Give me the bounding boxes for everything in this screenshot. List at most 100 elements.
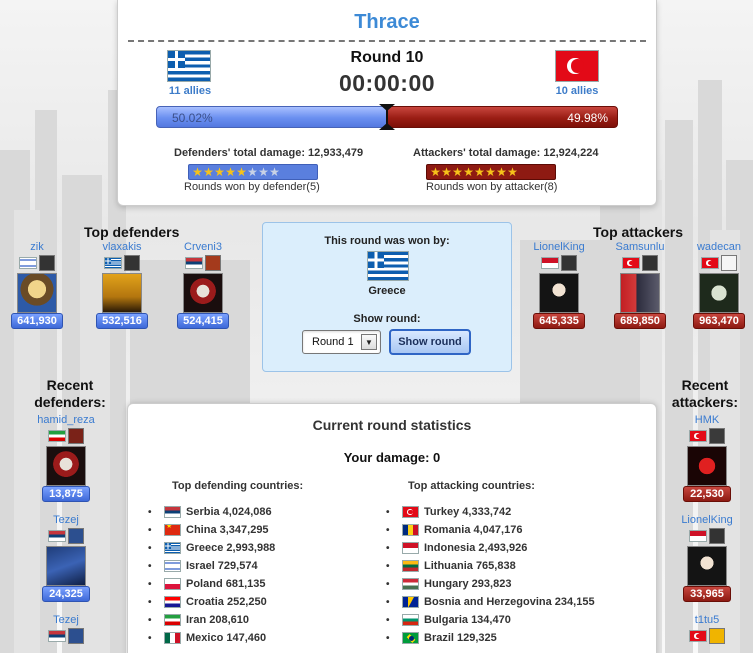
fighter-name[interactable]: Samsunlu [611, 241, 669, 253]
country-flag[interactable] [164, 596, 181, 608]
country-damage[interactable]: Lithuania 765,838 [424, 560, 516, 572]
avatar[interactable] [102, 273, 142, 313]
avatar[interactable] [539, 273, 579, 313]
country-flag[interactable] [164, 560, 181, 572]
country-damage[interactable]: Indonesia 2,493,926 [424, 542, 527, 554]
fighter-name[interactable]: LionelKing [678, 514, 736, 526]
country-row: • Lithuania 765,838 [386, 557, 595, 575]
recent-attacker-card[interactable]: LionelKing 33,965 [678, 514, 736, 602]
fighter-country-flag [48, 430, 66, 442]
country-damage[interactable]: Serbia 4,024,086 [186, 506, 272, 518]
country-damage[interactable]: Mexico 147,460 [186, 632, 266, 644]
military-unit-icon[interactable] [124, 255, 140, 271]
country-flag[interactable] [164, 632, 181, 644]
country-damage[interactable]: Bosnia and Herzegovina 234,155 [424, 596, 595, 608]
country-row: • Bulgaria 134,470 [386, 611, 595, 629]
country-flag[interactable] [402, 614, 419, 626]
country-flag[interactable] [402, 632, 419, 644]
military-unit-icon[interactable] [709, 428, 725, 444]
country-flag[interactable] [164, 614, 181, 626]
top-defender-card[interactable]: zik 641,930 [8, 241, 66, 329]
country-flag[interactable] [402, 542, 419, 554]
military-unit-icon[interactable] [709, 528, 725, 544]
fighter-name[interactable]: vlaxakis [93, 241, 151, 253]
fighter-name[interactable]: Tezej [37, 514, 95, 526]
fighter-name[interactable]: zik [8, 241, 66, 253]
round-select[interactable]: Round 1 ▼ [302, 330, 381, 354]
country-damage[interactable]: Croatia 252,250 [186, 596, 267, 608]
top-defender-card[interactable]: Crveni3 524,415 [174, 241, 232, 329]
fighter-name[interactable]: wadecan [690, 241, 748, 253]
star-icon: ★ [463, 165, 474, 179]
country-flag[interactable] [402, 578, 419, 590]
recent-attacker-card[interactable]: HMK 22,530 [678, 414, 736, 502]
avatar[interactable] [687, 546, 727, 586]
recent-defenders-title-line1: Recent [46, 377, 94, 393]
recent-defender-card[interactable]: Tezej 24,325 [37, 514, 95, 602]
country-damage[interactable]: Brazil 129,325 [424, 632, 497, 644]
recent-defender-card[interactable]: hamid_reza 13,875 [37, 414, 95, 502]
defending-countries-list: • Serbia 4,024,086 • China 3,347,295 • Greece… [148, 503, 275, 647]
country-damage[interactable]: Bulgaria 134,470 [424, 614, 511, 626]
country-flag[interactable] [402, 524, 419, 536]
chevron-down-icon[interactable]: ▼ [361, 334, 377, 350]
country-damage[interactable]: China 3,347,295 [186, 524, 269, 536]
recent-attacker-card[interactable]: t1tu5 [678, 614, 736, 644]
country-damage[interactable]: Iran 208,610 [186, 614, 249, 626]
fighter-name[interactable]: hamid_reza [37, 414, 95, 426]
top-defenders-title: Top defenders [84, 224, 180, 240]
fighter-name[interactable]: HMK [678, 414, 736, 426]
fighter-country-flag [689, 530, 707, 542]
fighter-damage: 33,965 [683, 586, 731, 602]
country-damage[interactable]: Hungary 293,823 [424, 578, 511, 590]
avatar[interactable] [687, 446, 727, 486]
top-attacker-card[interactable]: Samsunlu 689,850 [611, 241, 669, 329]
attacking-countries-title: Top attacking countries: [408, 480, 535, 492]
divider [128, 40, 646, 42]
military-unit-icon[interactable] [68, 528, 84, 544]
region-title[interactable]: Thrace [118, 11, 656, 34]
fighter-name[interactable]: Tezej [37, 614, 95, 626]
military-unit-icon[interactable] [68, 628, 84, 644]
avatar[interactable] [46, 446, 86, 486]
round-timer: 00:00:00 [338, 70, 436, 96]
avatar[interactable] [46, 546, 86, 586]
top-attacker-card[interactable]: LionelKing 645,335 [530, 241, 588, 329]
country-damage[interactable]: Romania 4,047,176 [424, 524, 522, 536]
military-unit-icon[interactable] [68, 428, 84, 444]
country-flag[interactable] [164, 542, 181, 554]
country-damage[interactable]: Poland 681,135 [186, 578, 266, 590]
military-unit-icon[interactable] [721, 255, 737, 271]
fighter-country-flag [541, 257, 559, 269]
country-flag[interactable] [402, 560, 419, 572]
domination-bar: 50.02% 49.98% [156, 104, 618, 130]
military-unit-icon[interactable] [561, 255, 577, 271]
avatar[interactable] [183, 273, 223, 313]
round-select-value: Round 1 [312, 336, 354, 348]
country-damage[interactable]: Greece 2,993,988 [186, 542, 275, 554]
attacker-rounds-won: Rounds won by attacker(8) [426, 181, 558, 193]
country-flag[interactable] [402, 506, 419, 518]
military-unit-icon[interactable] [642, 255, 658, 271]
country-flag[interactable] [164, 506, 181, 518]
defender-rounds-won: Rounds won by defender(5) [184, 181, 320, 193]
country-flag[interactable] [402, 596, 419, 608]
country-flag[interactable] [164, 578, 181, 590]
fighter-name[interactable]: Crveni3 [174, 241, 232, 253]
bullet-icon: • [386, 578, 390, 590]
country-damage[interactable]: Turkey 4,333,742 [424, 506, 511, 518]
recent-defender-card[interactable]: Tezej [37, 614, 95, 644]
military-unit-icon[interactable] [39, 255, 55, 271]
country-flag[interactable] [164, 524, 181, 536]
fighter-name[interactable]: t1tu5 [678, 614, 736, 626]
military-unit-icon[interactable] [205, 255, 221, 271]
country-damage[interactable]: Israel 729,574 [186, 560, 258, 572]
show-round-button[interactable]: Show round [389, 329, 471, 355]
top-defender-card[interactable]: vlaxakis 532,516 [93, 241, 151, 329]
avatar[interactable] [699, 273, 739, 313]
avatar[interactable] [620, 273, 660, 313]
avatar[interactable] [17, 273, 57, 313]
fighter-name[interactable]: LionelKing [530, 241, 588, 253]
top-attacker-card[interactable]: wadecan 963,470 [690, 241, 748, 329]
military-unit-icon[interactable] [709, 628, 725, 644]
